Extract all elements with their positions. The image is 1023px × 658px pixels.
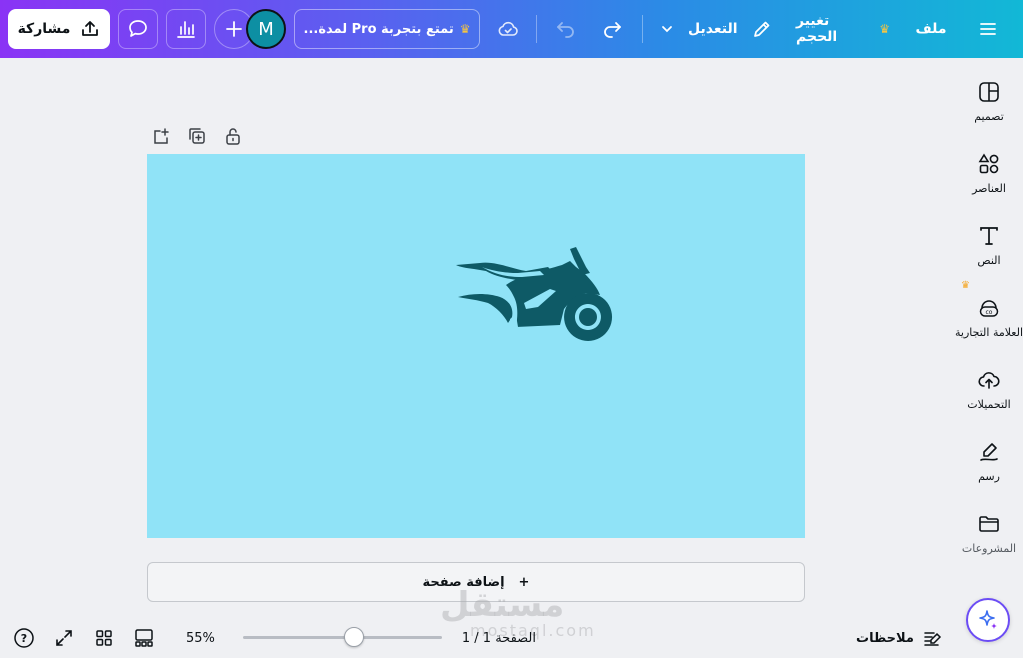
resize-label: تغيير الحجم [796, 13, 838, 45]
bar-chart-icon [175, 18, 197, 40]
pages-view-button[interactable] [130, 624, 158, 652]
redo-icon [601, 18, 623, 40]
sidebar-item-label: رسم [978, 470, 1000, 483]
motorcycle-icon[interactable] [452, 245, 616, 349]
watermark-logo: مستقل mostaql.com [440, 585, 594, 640]
redo-button[interactable] [598, 0, 626, 58]
sidebar-item-draw[interactable]: رسم [955, 418, 1023, 484]
edit-label: التعديل [688, 21, 738, 37]
page-tools [149, 124, 245, 148]
zoom-slider-track[interactable] [243, 636, 442, 639]
folder-icon [977, 512, 1001, 536]
sidebar-item-brand[interactable]: ♛ co العلامة التجارية [955, 274, 1023, 340]
sidebar-item-label: العلامة التجارية [955, 326, 1023, 339]
sidebar-item-projects[interactable]: المشروعات [955, 490, 1023, 556]
duplicate-icon [187, 126, 207, 146]
unlock-icon [223, 126, 243, 146]
crown-icon: ♛ [459, 22, 471, 36]
crown-icon: ♛ [879, 22, 890, 36]
notes-button[interactable]: ملاحظات [856, 624, 942, 652]
sparkle-icon [976, 608, 1000, 632]
share-label: مشاركة [17, 21, 71, 37]
page-indicator[interactable]: الصفحة 1 / 1 [456, 624, 536, 652]
page-indicator-label: الصفحة 1 / 1 [461, 630, 536, 646]
comments-button[interactable] [118, 9, 158, 49]
add-page-icon [151, 126, 171, 146]
notes-label: ملاحظات [856, 630, 914, 646]
add-page-above-button[interactable] [149, 124, 173, 148]
file-label: ملف [915, 21, 947, 37]
crown-icon: ♛ [961, 280, 970, 291]
cloud-save-status[interactable] [494, 0, 522, 58]
hamburger-menu-icon [978, 19, 998, 39]
brand-icon: co [977, 296, 1001, 320]
notes-icon [922, 628, 942, 648]
file-menu[interactable]: ملف [914, 0, 948, 58]
chevron-down-icon [660, 22, 674, 36]
try-pro-button[interactable]: ♛ تمتع بتجربة Pro لمدة... [294, 9, 480, 49]
sidebar-item-label: تصميم [974, 110, 1004, 123]
share-upload-icon [80, 19, 100, 39]
try-pro-label: تمتع بتجربة Pro لمدة... [303, 21, 454, 37]
zoom-label: 55% [186, 630, 215, 646]
undo-button[interactable] [552, 0, 580, 58]
toolbar-divider [642, 15, 643, 43]
sidebar-item-elements[interactable]: العناصر [955, 130, 1023, 196]
help-icon: ? [13, 627, 35, 649]
insights-button[interactable] [166, 9, 206, 49]
undo-icon [555, 18, 577, 40]
zoom-slider-thumb[interactable] [344, 627, 364, 647]
fullscreen-button[interactable] [50, 624, 78, 652]
main-menu-button[interactable] [976, 0, 1000, 58]
design-icon [977, 80, 1001, 104]
side-panel: تصميم العناصر النص ♛ co العلامة التجارية… [955, 58, 1023, 658]
cloud-check-icon [496, 17, 520, 41]
svg-text:co: co [986, 309, 993, 316]
uploads-icon [977, 368, 1001, 392]
sidebar-item-label: التحميلات [967, 398, 1011, 411]
plus-icon [225, 20, 243, 38]
share-button[interactable]: مشاركة [8, 9, 110, 49]
zoom-percentage[interactable]: 55% [186, 624, 222, 652]
pages-icon [133, 627, 155, 649]
help-button[interactable]: ? [10, 624, 38, 652]
expand-icon [54, 628, 74, 648]
sidebar-item-label: المشروعات [961, 542, 1017, 555]
sidebar-item-label: النص [977, 254, 1001, 267]
avatar-initial: M [258, 18, 274, 40]
comment-icon [127, 18, 149, 40]
text-icon [977, 224, 1001, 248]
grid-view-button[interactable] [90, 624, 118, 652]
sidebar-item-design[interactable]: تصميم [955, 58, 1023, 124]
toolbar-divider [536, 15, 537, 43]
grid-icon [94, 628, 114, 648]
lock-page-button[interactable] [221, 124, 245, 148]
sidebar-item-label: العناصر [972, 182, 1006, 195]
top-toolbar: مشاركة M ♛ تمتع بتجربة Pro لمدة... التعد… [0, 0, 1023, 58]
duplicate-page-button[interactable] [185, 124, 209, 148]
user-avatar[interactable]: M [246, 9, 286, 49]
pencil-icon [752, 19, 772, 39]
sidebar-item-uploads[interactable]: التحميلات [955, 346, 1023, 412]
help-label: ? [21, 632, 27, 645]
watermark-text: مستقل [440, 585, 565, 625]
sidebar-item-text[interactable]: النص [955, 202, 1023, 268]
magic-assistant-button[interactable] [966, 598, 1010, 642]
elements-icon [977, 152, 1001, 176]
edit-menu[interactable]: التعديل [660, 0, 770, 58]
resize-button[interactable]: تغيير الحجم ♛ [796, 0, 890, 58]
draw-icon [977, 440, 1001, 464]
